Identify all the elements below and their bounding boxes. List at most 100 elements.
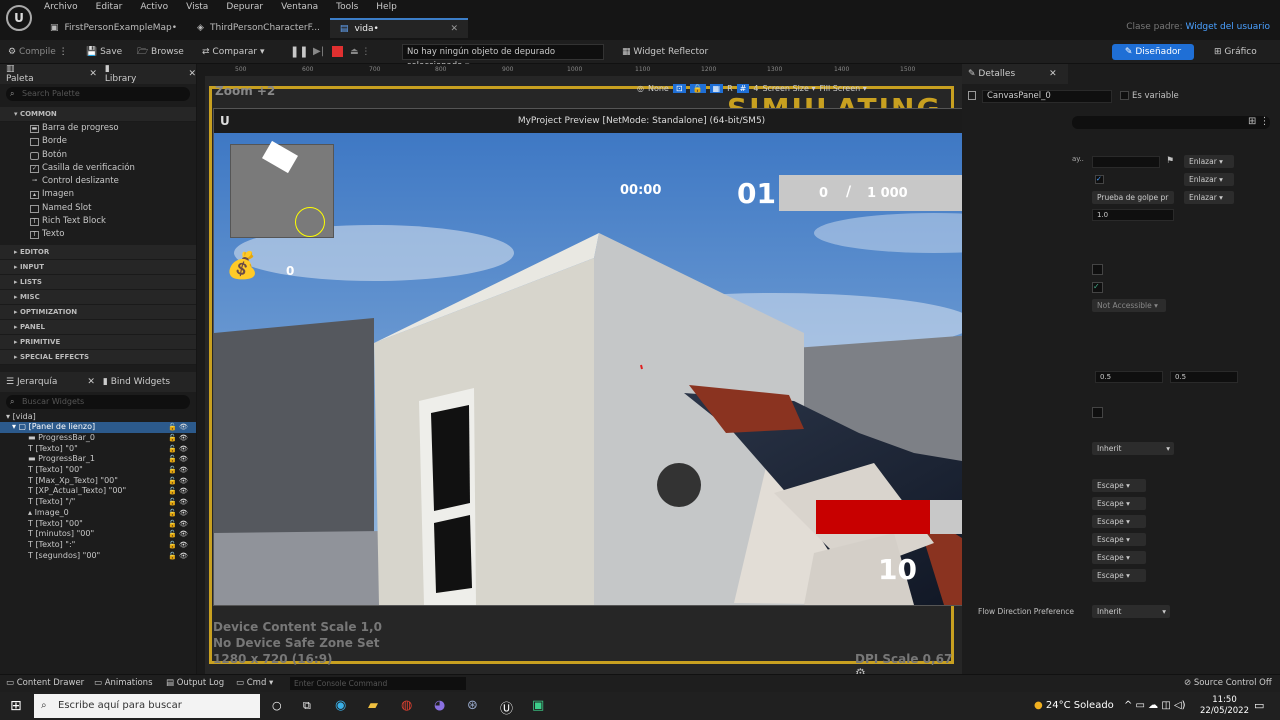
stop-button[interactable] — [332, 46, 343, 57]
console-input[interactable]: Enter Console Command — [290, 677, 466, 690]
palette-item-slider[interactable]: ⊸ Control deslizante — [0, 175, 196, 188]
unreal-taskbar-icon[interactable]: Ⓤ — [500, 698, 513, 717]
tree-item[interactable]: T [Texto] ":" 🔓 👁 — [0, 540, 196, 551]
lock-eye-icons[interactable]: 🔓 👁 — [168, 422, 188, 433]
menu-ventana[interactable]: Ventana — [281, 2, 318, 12]
steam-icon[interactable]: ⊛ — [467, 698, 478, 713]
hit-test-dropdown[interactable]: Prueba de golpe pr ▾ — [1092, 191, 1174, 215]
property-field[interactable] — [1092, 156, 1160, 168]
lock-eye-icons[interactable]: 🔓 👁 — [168, 433, 188, 444]
cmd-dropdown[interactable]: ▭ Cmd ▾ — [236, 678, 273, 688]
category-panel[interactable]: ▸ PANEL — [0, 319, 196, 335]
accessibility-dropdown[interactable]: Not Accessible ▾ — [1092, 299, 1166, 312]
task-view-icon[interactable]: ○ — [272, 699, 282, 712]
tab-third-person-character[interactable]: ◈ ThirdPersonCharacterF... — [187, 18, 330, 38]
category-optimization[interactable]: ▸ OPTIMIZATION — [0, 304, 196, 320]
menu-archivo[interactable]: Archivo — [44, 2, 78, 12]
palette-item-image[interactable]: ▴ Imagen — [0, 188, 196, 201]
lock-eye-icons[interactable]: 🔓 👁 — [168, 540, 188, 551]
tree-item[interactable]: T [segundos] "00" 🔓 👁 — [0, 551, 196, 562]
menu-activo[interactable]: Activo — [140, 2, 168, 12]
designer-button[interactable]: ✎ Diseñador — [1112, 44, 1194, 60]
close-icon[interactable]: ✕ — [89, 69, 97, 79]
palette-item-progress-bar[interactable]: ▬ Barra de progreso — [0, 122, 196, 135]
menu-depurar[interactable]: Depurar — [226, 2, 263, 12]
lock-eye-icons[interactable]: 🔓 👁 — [168, 486, 188, 497]
pivot-x-field[interactable]: 0.5 — [1095, 371, 1163, 383]
windows-start-icon[interactable]: ⊞ — [10, 698, 22, 714]
transform-icon[interactable]: ⊡ — [672, 83, 686, 93]
weather[interactable]: ● 24°C Soleado — [1034, 700, 1114, 711]
widget-reflector-button[interactable]: ▦ Widget Reflector — [622, 44, 708, 60]
is-variable-checkbox[interactable] — [1120, 91, 1129, 100]
pause-button[interactable]: ❚❚ — [290, 44, 308, 60]
lock-eye-icons[interactable]: 🔓 👁 — [168, 519, 188, 530]
output-log-button[interactable]: ▤ Output Log — [166, 678, 224, 688]
palette-item-border[interactable]: Borde — [0, 135, 196, 148]
escape-dropdown[interactable]: Escape ▾ — [1092, 515, 1146, 528]
menu-help[interactable]: Help — [376, 2, 397, 12]
fill-screen-dropdown[interactable]: Fill Screen ▾ — [819, 84, 866, 93]
category-special-effects[interactable]: ▸ SPECIAL EFFECTS — [0, 349, 196, 365]
grid-view-icon[interactable]: ⊞ ⋮ — [1248, 116, 1270, 127]
visible-checkbox[interactable]: ✓ — [1095, 175, 1104, 184]
escape-dropdown[interactable]: Escape ▾ — [1092, 479, 1146, 492]
view-icon[interactable]: ▦ — [709, 83, 724, 93]
lock-eye-icons[interactable]: 🔓 👁 — [168, 529, 188, 540]
step-button[interactable]: ▶| — [313, 44, 324, 60]
tab-library[interactable]: ▮ Library — [105, 64, 141, 84]
taskbar-search-input[interactable]: ⌕ Escribe aquí para buscar — [34, 694, 260, 718]
tab-first-person-map[interactable]: ▣ FirstPersonExampleMap• — [40, 18, 187, 38]
tree-item[interactable]: T [Texto] "0" 🔓 👁 — [0, 444, 196, 455]
tree-item[interactable]: ▬ ProgressBar_0 🔓 👁 — [0, 433, 196, 444]
compare-button[interactable]: ⇄ Comparar ▾ — [202, 44, 265, 60]
lock-eye-icons[interactable]: 🔓 👁 — [168, 476, 188, 487]
dpi-scale[interactable]: DPI Scale 0,67 ⚙ — [855, 652, 962, 674]
flag-icon[interactable]: ⚑ — [1166, 156, 1174, 166]
details-search-input[interactable] — [1072, 116, 1270, 129]
file-explorer-icon[interactable]: ▰ — [368, 698, 378, 713]
browse-button[interactable]: 🗁 Browse — [137, 44, 184, 60]
category-misc[interactable]: ▸ MISC — [0, 289, 196, 305]
close-icon[interactable]: ✕ — [188, 69, 196, 79]
widget-name-field[interactable]: CanvasPanel_0 — [982, 90, 1112, 103]
palette-item-named-slot[interactable]: Named Slot — [0, 202, 196, 215]
grid-size[interactable]: 4 — [753, 84, 758, 93]
checkbox[interactable] — [1092, 407, 1103, 418]
tab-hierarchy[interactable]: ☰ Jerarquía — [6, 377, 57, 387]
pivot-y-field[interactable]: 0.5 — [1170, 371, 1238, 383]
palette-item-checkbox[interactable]: ✓ Casilla de verificación — [0, 162, 196, 175]
content-drawer-button[interactable]: ▭ Content Drawer — [6, 678, 84, 688]
globe-icon[interactable]: ◎ — [637, 84, 644, 93]
lock-icon[interactable]: 🔒 — [689, 83, 706, 93]
r-toggle[interactable]: R — [727, 84, 733, 93]
grid-icon[interactable]: # — [736, 83, 750, 93]
clock[interactable]: 11:50 22/05/2022 — [1200, 695, 1249, 717]
tree-item[interactable]: ▬ ProgressBar_1 🔓 👁 — [0, 454, 196, 465]
close-icon[interactable]: ✕ — [1049, 69, 1057, 79]
escape-dropdown[interactable]: Escape ▾ — [1092, 569, 1146, 582]
parent-class-link[interactable]: Widget del usuario — [1186, 22, 1271, 32]
screen-size-dropdown[interactable]: Screen Size ▾ — [762, 84, 815, 93]
flow-direction-dropdown[interactable]: Inherit ▾ — [1092, 605, 1170, 618]
lock-eye-icons[interactable]: 🔓 👁 — [168, 444, 188, 455]
tab-vida[interactable]: ▤ vida• ✕ — [329, 18, 468, 39]
menu-tools[interactable]: Tools — [336, 2, 358, 12]
palette-item-text[interactable]: T Texto — [0, 228, 196, 241]
category-common[interactable]: ▾ COMMON — [0, 107, 196, 122]
escape-dropdown[interactable]: Escape ▾ — [1092, 533, 1146, 546]
close-tab-icon[interactable]: ✕ — [450, 19, 458, 39]
graph-button[interactable]: ⊞ Gráfico — [1214, 44, 1257, 60]
menu-vista[interactable]: Vista — [186, 2, 208, 12]
lock-eye-icons[interactable]: 🔓 👁 — [168, 551, 188, 562]
palette-item-rich-text[interactable]: T Rich Text Block — [0, 215, 196, 228]
save-button[interactable]: 💾 Save — [86, 44, 122, 60]
widgets-icon[interactable]: ⧉ — [303, 699, 311, 713]
tab-palette[interactable]: ▥ Paleta — [6, 64, 41, 84]
bind-dropdown[interactable]: Enlazar ▾ — [1184, 173, 1234, 186]
inherit-dropdown[interactable]: Inherit ▾ — [1092, 442, 1174, 455]
game-viewport[interactable]: 💰 0 00:00 01 0 / 1 000 10 — [214, 133, 1069, 605]
palette-item-button[interactable]: Botón — [0, 149, 196, 162]
tree-item[interactable]: T [minutos] "00" 🔓 👁 — [0, 529, 196, 540]
lock-eye-icons[interactable]: 🔓 👁 — [168, 465, 188, 476]
